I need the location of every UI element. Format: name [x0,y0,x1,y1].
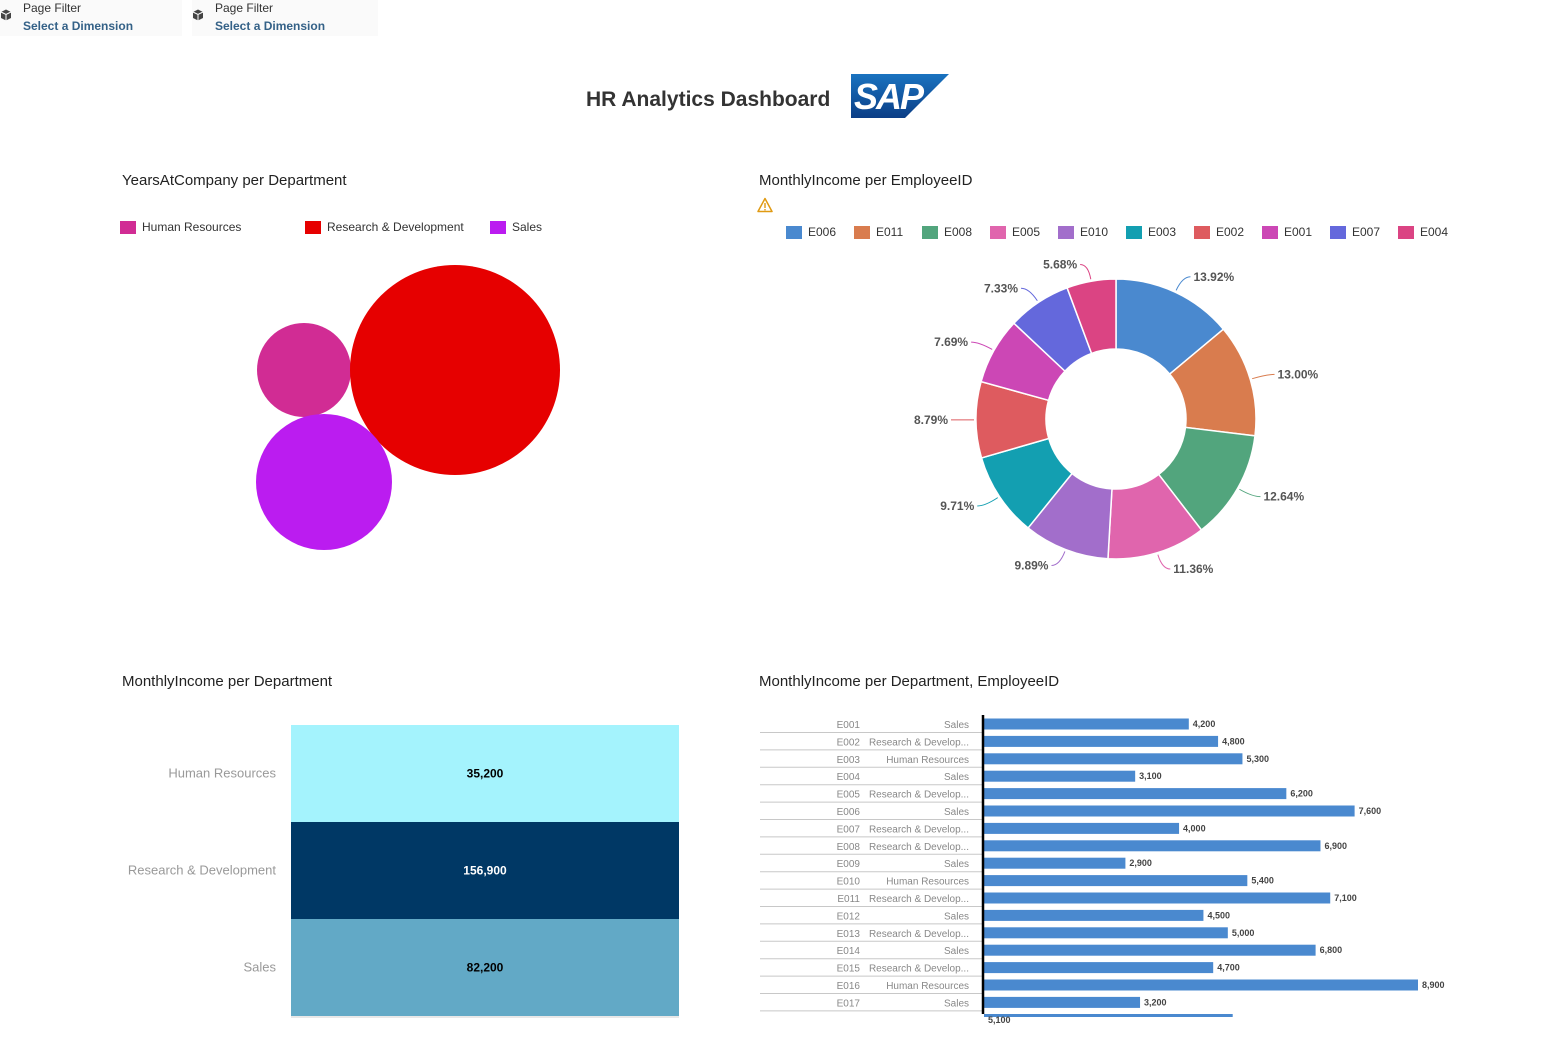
hbar-data-label: 5,000 [1232,928,1255,938]
hbar-bar-e003[interactable] [984,753,1243,765]
hbar-bar-e009[interactable] [984,857,1126,869]
hbar-bar-e014[interactable] [984,944,1316,956]
hbar-employee-label: E014 [837,946,861,957]
hbar-department-label: Sales [944,807,969,818]
hbar-department-label: Research & Develop... [869,737,969,748]
hbar-employee-label: E006 [837,807,861,818]
hbar-data-label: 4,200 [1193,719,1216,729]
hbar-department-label: Sales [944,998,969,1009]
hbar-department-label: Sales [944,720,969,731]
hbar-employee-label: E009 [837,859,861,870]
hbar-bar-e004[interactable] [984,770,1136,782]
hbar-data-label: 5,100 [988,1015,1011,1025]
hbar-bar-e007[interactable] [984,822,1180,834]
hbar-data-label: 8,900 [1422,980,1445,990]
hbar-department-label: Sales [944,772,969,783]
hbar-bar-e006[interactable] [984,805,1355,817]
hbar-employee-label: E010 [837,877,861,888]
hbar-department-label: Sales [944,946,969,957]
hbar-bar-e005[interactable] [984,788,1287,800]
hbar-employee-label: E005 [837,790,861,801]
hbar-data-label: 3,100 [1139,771,1162,781]
hbar-department-label: Research & Develop... [869,929,969,940]
hbar-employee-label: E003 [837,755,861,766]
hbar-department-label: Human Resources [886,877,969,888]
hbar-bar-e016[interactable] [984,979,1418,991]
hbar-data-label: 5,300 [1246,754,1269,764]
hbar-department-label: Research & Develop... [869,842,969,853]
hbar-employee-label: E015 [837,964,861,975]
hbar-bar-e010[interactable] [984,875,1248,887]
hbar-employee-label: E017 [837,998,861,1009]
hbar-data-label: 5,400 [1251,876,1274,886]
hbar-employee-label: E011 [837,894,860,905]
hbar-bar-e008[interactable] [984,840,1321,852]
hbar-employee-label: E016 [837,981,861,992]
hbar-department-label: Research & Develop... [869,964,969,975]
hbar-bar-e015[interactable] [984,962,1214,974]
hbar-data-label: 7,600 [1359,806,1382,816]
hbar-employee-label: E013 [837,929,861,940]
hbar-department-label: Sales [944,859,969,870]
hbar-employee-label: E008 [837,842,861,853]
hbar-bar-e011[interactable] [984,892,1331,904]
hbar-bar-e017[interactable] [984,996,1141,1008]
hbar-department-label: Sales [944,911,969,922]
hbar-department-label: Human Resources [886,755,969,766]
hbar-data-label: 7,100 [1334,893,1357,903]
hbar-bar-e013[interactable] [984,927,1228,939]
hbar-employee-label: E002 [837,737,861,748]
hbar-bar-e001[interactable] [984,718,1189,730]
hbar-data-label: 6,900 [1324,841,1347,851]
hbar-chart: 4,200 E001 Sales 4,800 E002 Research & Develo… [760,715,1445,1025]
hbar-employee-label: E007 [837,824,861,835]
hbar-data-label: 2,900 [1129,858,1152,868]
hbar-bar-e012[interactable] [984,909,1204,921]
hbar-department-label: Research & Develop... [869,894,969,905]
hbar-department-label: Human Resources [886,981,969,992]
hbar-data-label: 4,800 [1222,736,1245,746]
hbar-department-label: Research & Develop... [869,824,969,835]
hbar-department-label: Research & Develop... [869,790,969,801]
hbar-data-label: 4,500 [1207,910,1230,920]
hbar-data-label: 4,700 [1217,963,1240,973]
hbar-data-label: 6,200 [1290,789,1313,799]
hbar-employee-label: E012 [837,911,861,922]
hbar-employee-label: E001 [837,720,861,731]
hbar-data-label: 6,800 [1320,945,1343,955]
hbar-employee-label: E004 [837,772,861,783]
hbar-bar-e002[interactable] [984,735,1219,747]
hbar-data-label: 3,200 [1144,997,1167,1007]
hbar-data-label: 4,000 [1183,823,1206,833]
hbar-bar-partial[interactable] [984,1014,1233,1017]
